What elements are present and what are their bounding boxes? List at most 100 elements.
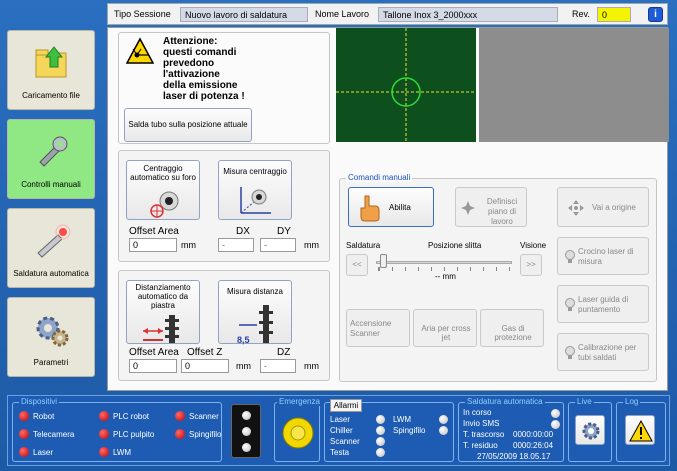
nav-caricamento-file[interactable]: Caricamento file: [7, 30, 95, 110]
nome-lavoro-field[interactable]: Tallone Inox 3_2000xxx: [378, 7, 558, 22]
centraggio-box: Centraggio automatico su foro Misura cen…: [118, 150, 330, 262]
slider-next-button[interactable]: >>: [520, 254, 542, 276]
plc-pulpito-label: PLC pulpito: [113, 430, 155, 439]
dy-field: -: [260, 238, 296, 252]
definisci-piano-button[interactable]: Definisci piano di lavoro: [455, 187, 527, 227]
salda-tubo-button[interactable]: Salda tubo sulla posizione attuale: [124, 108, 252, 142]
offset-area-unit: mm: [181, 240, 196, 250]
nav-caricamento-label: Caricamento file: [22, 91, 80, 100]
comandi-manuali-title: Comandi manuali: [346, 173, 413, 182]
visione-slider-label: Visione: [520, 241, 547, 250]
plc-pulpito-status-led: [99, 429, 109, 439]
plane-star-icon: [461, 201, 475, 215]
log-group: Log: [616, 397, 666, 462]
nav-saldatura-automatica[interactable]: Saldatura automatica: [7, 208, 95, 288]
tipo-sessione-label: Tipo Sessione: [114, 9, 171, 19]
laser-warning-icon: [125, 37, 155, 64]
plc-robot-label: PLC robot: [113, 412, 150, 421]
alarm-lwm-label: LWM: [393, 415, 412, 424]
alarm-scanner-led: [376, 437, 385, 446]
info-button[interactable]: i: [648, 7, 663, 22]
emergency-button-icon[interactable]: [282, 417, 314, 449]
lwm-label: LWM: [113, 448, 132, 457]
misura-centraggio-button[interactable]: Misura centraggio: [218, 160, 292, 220]
log-button[interactable]: [625, 415, 655, 445]
origin-arrows-icon: [568, 200, 584, 216]
live-group: Live: [568, 397, 612, 462]
nav-controlli-manuali[interactable]: Controlli manuali: [7, 119, 95, 199]
alarm-scanner-label: Scanner: [330, 437, 360, 446]
emergenza-group: Emergenza: [274, 397, 322, 462]
live-button[interactable]: [575, 415, 605, 445]
invio-sms-label: Invio SMS: [463, 419, 500, 428]
warning-icon: [629, 420, 653, 442]
alarm-laser-led: [376, 415, 385, 424]
gears-icon: [36, 316, 69, 347]
slide-position-thumb[interactable]: [380, 254, 387, 268]
traffic-light: [231, 404, 261, 458]
nav-controlli-label: Controlli manuali: [21, 180, 81, 189]
centraggio-auto-button[interactable]: Centraggio automatico su foro: [126, 160, 200, 220]
t-residuo-label: T. residuo: [463, 441, 498, 450]
offset-area-label-2: Offset Area: [129, 347, 179, 358]
dx-field: -: [218, 238, 254, 252]
rev-label: Rev.: [572, 9, 590, 19]
robot-label: Robot: [33, 412, 55, 421]
dz-unit: mm: [304, 361, 319, 371]
crocino-laser-button[interactable]: Crocino laser di misura: [557, 237, 649, 275]
spingifilo-label: Spingifilo: [189, 430, 222, 439]
posizione-slitta-label: Posizione slitta: [428, 241, 482, 250]
slide-position-track[interactable]: [376, 261, 512, 264]
nav-parametri-label: Parametri: [33, 358, 69, 367]
offset-z-input[interactable]: 0: [181, 359, 229, 373]
calibrazione-button[interactable]: Calibrazione per tubi saldati: [557, 333, 649, 371]
misura-distanza-button[interactable]: Misura distanza 8,5: [218, 280, 292, 345]
dispositivi-group: Dispositivi Robot PLC robot Scanner Tele…: [12, 397, 222, 462]
emergenza-title: Emergenza: [277, 397, 322, 406]
log-title: Log: [623, 397, 641, 406]
distanza-box: Distanziamento automatico da piastra Mis…: [118, 270, 330, 381]
rev-field[interactable]: 0: [597, 7, 631, 22]
laser-torch-icon: [37, 224, 71, 258]
tipo-sessione-field[interactable]: Nuovo lavoro di saldatura: [180, 7, 308, 22]
folder-upload-icon: [35, 46, 67, 78]
slider-prev-button[interactable]: <<: [346, 254, 368, 276]
offset-area-input[interactable]: 0: [129, 238, 177, 252]
slide-position-value: -- mm: [435, 272, 456, 281]
allarmi-group: Allarmi Laser Chiller Scanner Testa LWM …: [324, 399, 454, 462]
plate-distance-icon: [143, 315, 179, 343]
alarm-testa-led: [376, 448, 385, 457]
hand-pointer-icon: [360, 195, 380, 222]
warning-box: Attenzione: questi comandi prevedono l'a…: [118, 32, 330, 144]
t-trascorso-value: 0000:00:00: [513, 430, 554, 439]
bulb-icon: [565, 250, 575, 263]
bulb-icon: [565, 298, 575, 311]
nome-lavoro-label: Nome Lavoro: [315, 9, 370, 19]
laser-label: Laser: [33, 448, 54, 457]
aria-cross-jet-button[interactable]: Aria per cross jet: [413, 309, 477, 347]
camera-view-secondary[interactable]: [479, 28, 669, 142]
allarmi-button[interactable]: Allarmi: [330, 399, 362, 412]
nav-parametri[interactable]: Parametri: [7, 297, 95, 377]
laser-guida-button[interactable]: Laser guida di puntamento: [557, 285, 649, 323]
vai-origine-button[interactable]: Vai a origine: [557, 187, 649, 227]
traffic-light-middle: [242, 427, 251, 436]
in-corso-led: [551, 409, 560, 418]
t-trascorso-label: T. trascorso: [463, 430, 505, 439]
offset-area-input-2[interactable]: 0: [129, 359, 177, 373]
scanner-status-led: [175, 411, 185, 421]
t-residuo-value: 0000:26:04: [513, 441, 554, 450]
session-bar: Tipo Sessione Nuovo lavoro di saldatura …: [107, 3, 668, 25]
dispositivi-title: Dispositivi: [19, 397, 60, 406]
distanziamento-auto-button[interactable]: Distanziamento automatico da piastra: [126, 280, 200, 344]
accensione-scanner-button[interactable]: Accensione Scanner: [346, 309, 410, 347]
invio-sms-led: [551, 420, 560, 429]
camera-view-main[interactable]: [336, 28, 476, 142]
alarm-spingifilo-label: Spingifilo: [393, 426, 426, 435]
gas-protezione-button[interactable]: Gas di protezione: [480, 309, 544, 347]
abilita-button[interactable]: Abilita: [348, 187, 434, 227]
alarm-spingifilo-led: [439, 426, 448, 435]
offset-z-label: Offset Z: [187, 347, 223, 358]
warning-text: Attenzione: questi comandi prevedono l'a…: [163, 36, 245, 102]
alarm-laser-label: Laser: [330, 415, 351, 424]
